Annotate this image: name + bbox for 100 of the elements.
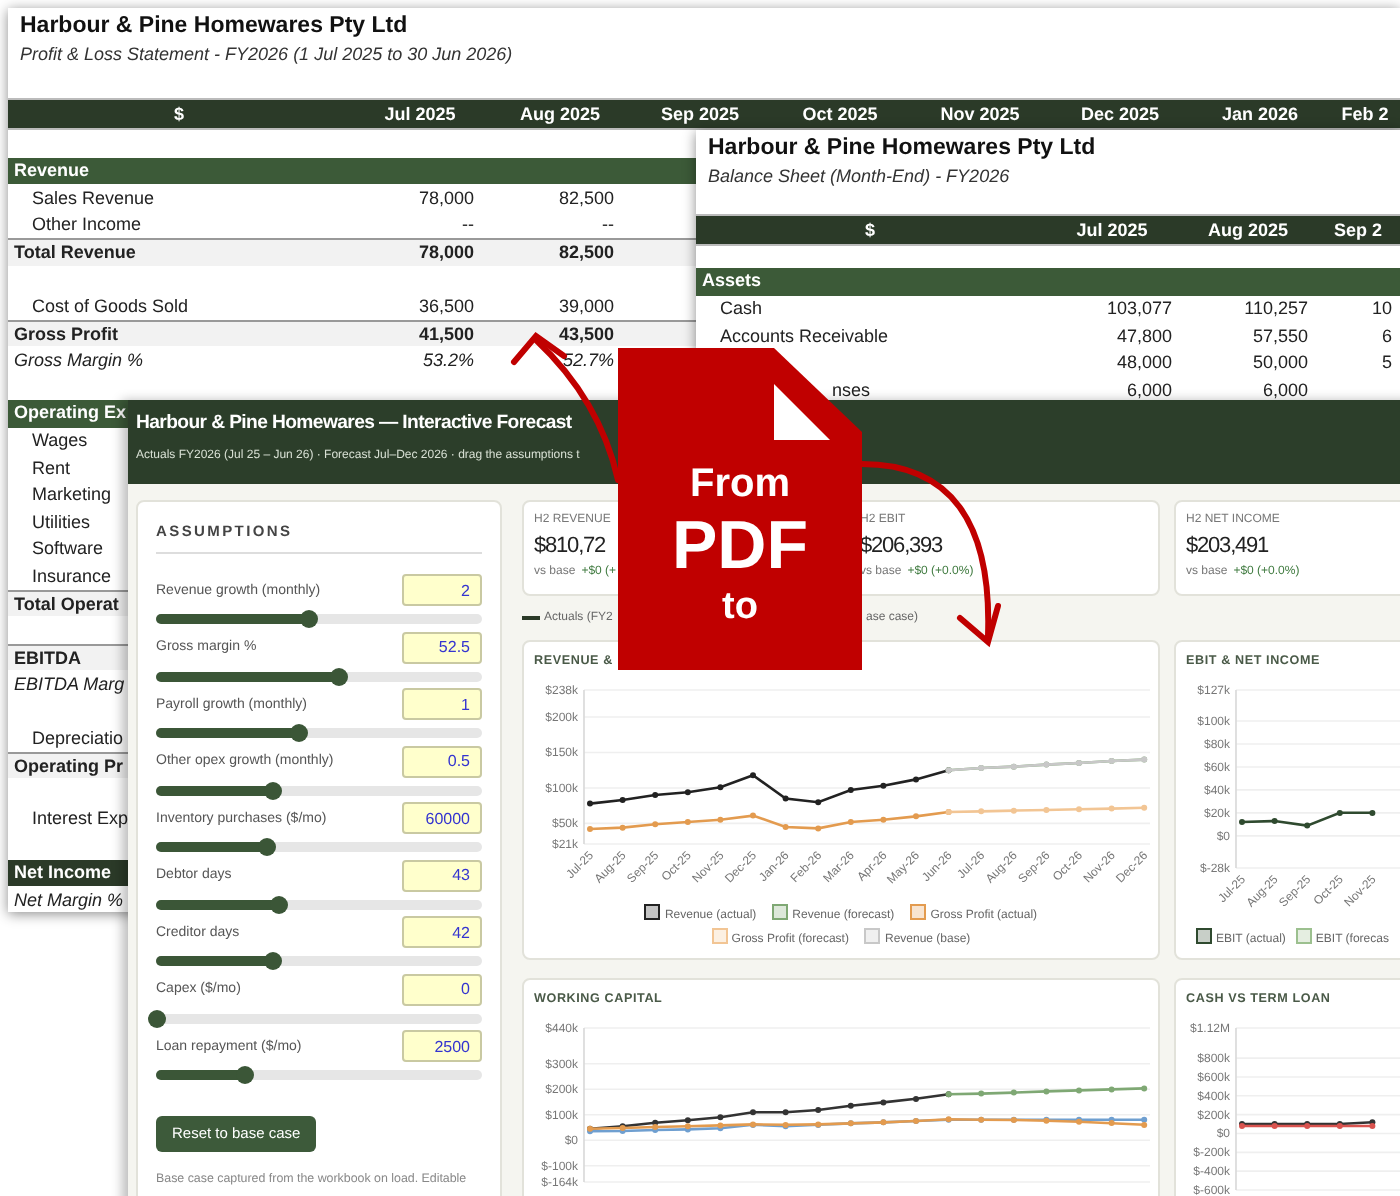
row-label: EBITDA Marg bbox=[12, 673, 125, 694]
slider-thumb[interactable] bbox=[270, 895, 289, 913]
number-field[interactable]: 2500 bbox=[402, 1030, 482, 1062]
row-label: Gross Margin % bbox=[12, 349, 144, 370]
point bbox=[587, 826, 593, 833]
point bbox=[1141, 1121, 1148, 1128]
point bbox=[750, 812, 756, 819]
legend-swatch-icon bbox=[711, 928, 728, 944]
table-cell-text: 10 bbox=[1369, 298, 1394, 319]
point bbox=[1304, 822, 1311, 829]
kpi-value: $203,491 bbox=[1186, 534, 1269, 558]
slider[interactable] bbox=[156, 1066, 482, 1084]
slider[interactable] bbox=[156, 610, 482, 628]
point bbox=[1076, 1087, 1082, 1094]
column-header: Jan 2026 bbox=[1219, 104, 1301, 124]
point bbox=[847, 819, 854, 825]
row-label: Interest Exp bbox=[30, 808, 129, 829]
point bbox=[880, 816, 887, 823]
number-field[interactable]: 0.5 bbox=[402, 745, 482, 777]
point bbox=[750, 772, 756, 779]
table-cell-text: 39,000 bbox=[556, 295, 616, 316]
badge-text: From bbox=[688, 462, 792, 508]
slider-thumb[interactable] bbox=[300, 610, 319, 628]
point bbox=[815, 799, 822, 806]
number-field[interactable]: 52.5 bbox=[402, 631, 482, 663]
legend-swatch-icon bbox=[1295, 928, 1312, 944]
point bbox=[815, 825, 822, 832]
point bbox=[619, 797, 626, 803]
sheet-subtitle: Balance Sheet (Month-End) - FY2026 bbox=[706, 166, 1012, 190]
slider[interactable] bbox=[156, 667, 482, 685]
slider-thumb[interactable] bbox=[329, 667, 348, 685]
number-field[interactable]: 43 bbox=[402, 859, 482, 891]
column-header: $ bbox=[862, 220, 877, 240]
point bbox=[1010, 1089, 1017, 1096]
row-label: Utilities bbox=[30, 511, 91, 532]
table-cell-text: 57,550 bbox=[1250, 325, 1310, 346]
slider[interactable] bbox=[156, 781, 482, 799]
column-header: Aug 2025 bbox=[517, 104, 603, 124]
number-field[interactable]: 2 bbox=[402, 574, 482, 606]
point bbox=[913, 813, 919, 820]
slider-thumb[interactable] bbox=[264, 952, 283, 970]
row-label: Total Operat bbox=[12, 593, 119, 614]
point bbox=[847, 787, 854, 794]
point bbox=[750, 1109, 756, 1116]
table-cell-text: 6 bbox=[1379, 325, 1394, 346]
row-label: nses bbox=[830, 379, 871, 400]
row-label: Cash bbox=[718, 298, 763, 319]
point bbox=[1141, 804, 1148, 811]
table-cell-text: -- bbox=[460, 214, 476, 235]
table-cell-text: 6,000 bbox=[1260, 379, 1310, 400]
slider-thumb[interactable] bbox=[257, 838, 276, 856]
legend-swatch-icon bbox=[910, 904, 927, 920]
slider-thumb[interactable] bbox=[264, 781, 283, 799]
table-cell-text: 103,077 bbox=[1104, 298, 1174, 319]
row-label: Accounts Receivable bbox=[718, 325, 889, 346]
row-label: Gross Profit bbox=[12, 323, 119, 344]
table-cell-text: -- bbox=[600, 214, 616, 235]
row-label: Sales Revenue bbox=[30, 187, 155, 208]
point bbox=[619, 824, 626, 831]
number-field[interactable]: 1 bbox=[402, 688, 482, 720]
point bbox=[1076, 806, 1082, 813]
point bbox=[1141, 1116, 1148, 1123]
legend-swatch-icon bbox=[1196, 928, 1212, 944]
point bbox=[717, 1114, 724, 1121]
column-header: Aug 2025 bbox=[1205, 220, 1291, 240]
point bbox=[1336, 809, 1343, 816]
slider-thumb[interactable] bbox=[235, 1066, 253, 1084]
point bbox=[1043, 1088, 1050, 1095]
row-label: Insurance bbox=[30, 565, 112, 586]
row-label: Net Margin % bbox=[12, 889, 124, 910]
column-header: Feb 2 bbox=[1339, 104, 1391, 124]
point bbox=[1239, 819, 1245, 826]
sheet-subtitle: Profit & Loss Statement - FY2026 (1 Jul 2025 to 30 Jun 2026) bbox=[18, 44, 515, 68]
data-line bbox=[1239, 809, 1376, 829]
number-field[interactable]: 60000 bbox=[402, 802, 482, 834]
slider-thumb[interactable] bbox=[290, 724, 309, 742]
table-cell-text: 41,500 bbox=[416, 323, 476, 344]
column-header: Sep 2 bbox=[1331, 220, 1384, 240]
point bbox=[652, 821, 659, 828]
slider[interactable] bbox=[156, 952, 482, 970]
table-cell-text: 78,000 bbox=[416, 242, 476, 263]
kpi-value: $206,393 bbox=[860, 534, 943, 558]
table-cell-text: 53.2% bbox=[420, 349, 476, 370]
slider-thumb[interactable] bbox=[147, 1009, 165, 1027]
column-header: $ bbox=[171, 104, 186, 124]
row-label: Marketing bbox=[30, 484, 112, 505]
number-field[interactable]: 42 bbox=[402, 916, 482, 948]
row-label: Net Income bbox=[12, 862, 112, 883]
point bbox=[978, 1090, 985, 1097]
number-field[interactable]: 0 bbox=[402, 973, 482, 1005]
legend-swatch-icon bbox=[772, 904, 789, 920]
slider[interactable] bbox=[156, 895, 482, 913]
point bbox=[1369, 809, 1376, 816]
legend-swatch-icon bbox=[864, 928, 881, 944]
point bbox=[717, 784, 724, 791]
slider[interactable] bbox=[156, 838, 482, 856]
point bbox=[880, 782, 887, 789]
row-label: EBITDA bbox=[12, 647, 81, 668]
kpi-value: $810,72 bbox=[534, 534, 606, 558]
slider[interactable] bbox=[156, 724, 482, 742]
